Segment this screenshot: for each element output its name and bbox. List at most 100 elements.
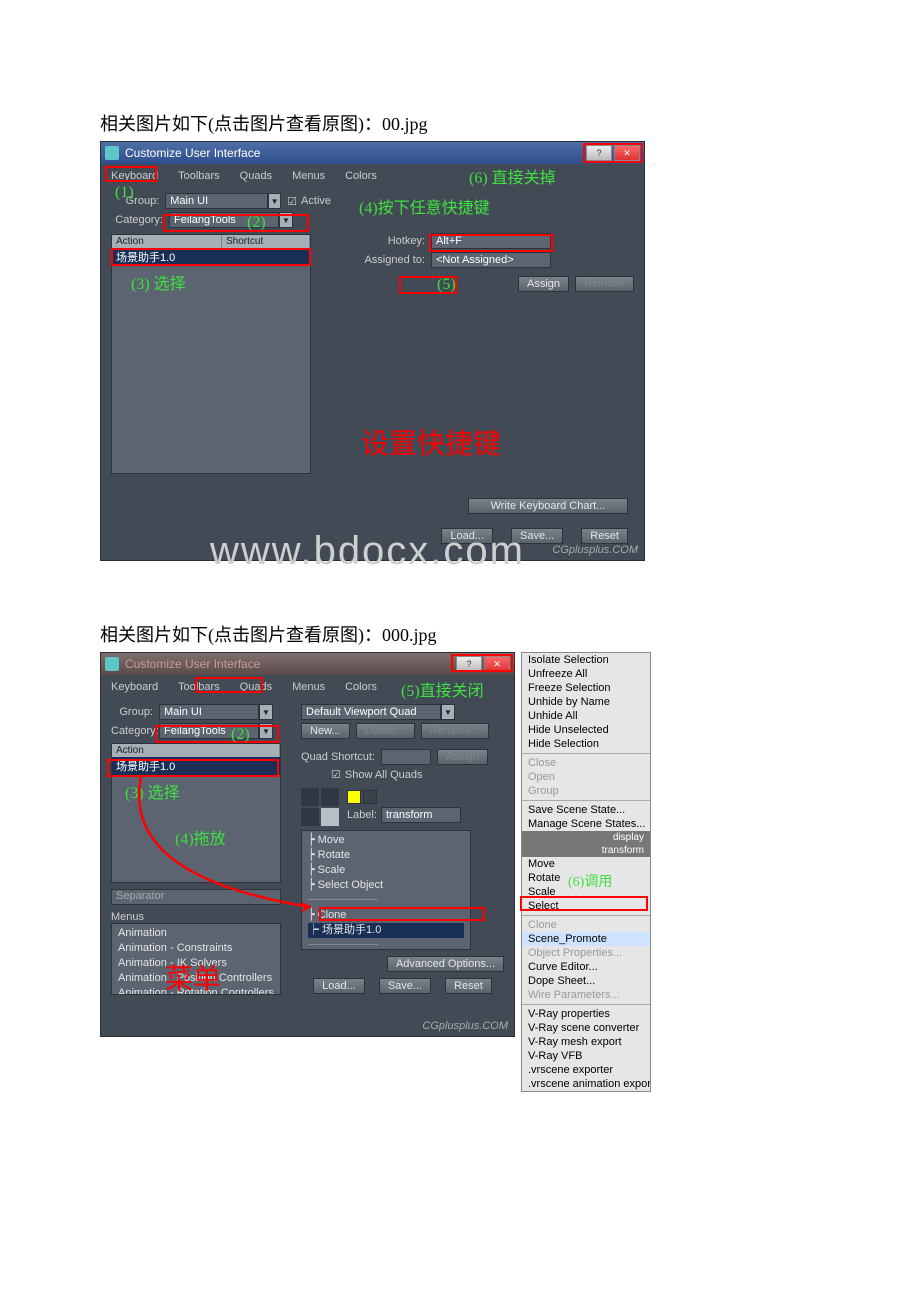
tab-quads-2[interactable]: Quads [236, 679, 276, 695]
popup-item[interactable]: Move [522, 857, 650, 871]
popup-item[interactable]: Scale [522, 885, 650, 899]
popup-item[interactable]: Freeze Selection [522, 681, 650, 695]
save-button-2[interactable]: Save... [379, 978, 431, 994]
popup-item[interactable]: Curve Editor... [522, 960, 650, 974]
tree-item[interactable]: ┝ Clone [308, 908, 464, 923]
swatch-dark[interactable] [363, 790, 377, 804]
group-select[interactable]: Main UI [165, 193, 268, 209]
rename-button[interactable]: Rename... [421, 723, 490, 739]
popup-item[interactable]: Unhide All [522, 709, 650, 723]
popup-item[interactable]: Unhide by Name [522, 695, 650, 709]
category-select-2[interactable]: FeilangTools [159, 723, 259, 739]
close-button[interactable]: ✕ [614, 145, 640, 161]
action-listbox[interactable]: Action Shortcut 场景助手1.0 [111, 234, 311, 474]
tab-keyboard[interactable]: Keyboard [107, 168, 162, 184]
col-action-2: Action [112, 744, 280, 757]
menus-listbox[interactable]: AnimationAnimation - ConstraintsAnimatio… [111, 923, 281, 995]
popup-item[interactable]: Rotate [522, 871, 650, 885]
help-button-2[interactable]: ? [456, 656, 482, 672]
popup-item[interactable]: Manage Scene States... [522, 817, 650, 831]
popup-item[interactable]: Hide Selection [522, 737, 650, 751]
reset-button[interactable]: Reset [581, 528, 628, 544]
dialog-keyboard: Customize User Interface ? ✕ Keyboard To… [100, 141, 645, 561]
action-item-2[interactable]: 场景助手1.0 [112, 757, 280, 775]
popup-item[interactable]: Isolate Selection [522, 653, 650, 667]
write-chart-button[interactable]: Write Keyboard Chart... [468, 498, 628, 514]
assign-button[interactable]: Assign [518, 276, 569, 292]
tab-menus-2[interactable]: Menus [288, 679, 329, 695]
reset-button-2[interactable]: Reset [445, 978, 492, 994]
hotkey-label: Hotkey: [351, 235, 431, 247]
category-label: Category: [111, 214, 169, 226]
popup-item: Group [522, 784, 650, 798]
popup-item[interactable]: .vrscene exporter [522, 1063, 650, 1077]
group-select-2[interactable]: Main UI [159, 704, 259, 720]
group-label: Group: [111, 195, 165, 207]
tree-item[interactable]: ┝ Select Object [308, 878, 464, 893]
popup-item[interactable]: Select [522, 899, 650, 913]
new-button[interactable]: New... [301, 723, 350, 739]
tree-item[interactable]: ┝ 场景助手1.0 [308, 923, 464, 938]
swatch-yellow[interactable] [347, 790, 361, 804]
tree-item[interactable]: ┝ Scale [308, 863, 464, 878]
action-item[interactable]: 场景助手1.0 [112, 248, 310, 266]
popup-item[interactable]: V-Ray VFB [522, 1049, 650, 1063]
advanced-button[interactable]: Advanced Options... [387, 956, 504, 972]
close-button-2[interactable]: ✕ [484, 656, 510, 672]
group-drop-icon[interactable]: ▼ [268, 193, 281, 209]
group-drop-2[interactable]: ▼ [259, 704, 273, 720]
quad-grid[interactable] [301, 788, 339, 826]
tab-toolbars[interactable]: Toolbars [174, 168, 224, 184]
popup-item[interactable]: V-Ray properties [522, 1007, 650, 1021]
col-action: Action [112, 235, 222, 248]
tree-item[interactable]: ┝ Move [308, 833, 464, 848]
menu-item[interactable]: Animation - Rotation Controllers [118, 986, 274, 995]
category-label-2: Category: [111, 725, 159, 737]
remove-button[interactable]: Remove [575, 276, 634, 292]
quad-shortcut-input[interactable] [381, 749, 431, 765]
tab-toolbars-2[interactable]: Toolbars [174, 679, 224, 695]
assigned-label: Assigned to: [351, 254, 431, 266]
watermark: www.bdocx.com [210, 529, 525, 574]
caption-1: 相关图片如下(点击图片查看原图)：00.jpg [100, 110, 820, 136]
action-listbox-2[interactable]: Action 场景助手1.0 [111, 743, 281, 883]
tab-colors[interactable]: Colors [341, 168, 381, 184]
load-button-2[interactable]: Load... [313, 978, 365, 994]
list-header: Action Shortcut [112, 235, 310, 248]
menu-item[interactable]: Animation - Position Controllers [118, 971, 274, 986]
menu-item[interactable]: Animation - IK Solvers [118, 956, 274, 971]
category-select[interactable]: FeilangTools [169, 212, 279, 228]
menu-item[interactable]: Animation - Constraints [118, 941, 274, 956]
separator-box[interactable]: Separator [111, 889, 281, 905]
popup-item[interactable]: Dope Sheet... [522, 974, 650, 988]
popup-item[interactable]: .vrscene animation exporter [522, 1077, 650, 1091]
menu-item[interactable]: Animation [118, 926, 274, 941]
titlebar: Customize User Interface ? ✕ [101, 142, 644, 164]
popup-item: Open [522, 770, 650, 784]
popup-item[interactable]: V-Ray scene converter [522, 1021, 650, 1035]
assign-button-2[interactable]: Assign [437, 749, 488, 765]
hotkey-input[interactable]: Alt+F [431, 233, 551, 249]
quad-tree[interactable]: ┝ Move┝ Rotate┝ Scale┝ Select Object────… [301, 830, 471, 950]
popup-item[interactable]: Unfreeze All [522, 667, 650, 681]
popup-item-scene[interactable]: Scene_Promote [522, 932, 650, 946]
tab-quads[interactable]: Quads [236, 168, 276, 184]
help-button[interactable]: ? [586, 145, 612, 161]
active-check[interactable]: Active [301, 195, 331, 207]
quad-select[interactable]: Default Viewport Quad [301, 704, 441, 720]
tree-item[interactable]: ┝ Rotate [308, 848, 464, 863]
show-all-check[interactable]: Show All Quads [345, 769, 423, 781]
titlebar-2: Customize User Interface ? ✕ [101, 653, 514, 675]
popup-item[interactable]: Save Scene State... [522, 803, 650, 817]
quad-popup-menu[interactable]: Isolate SelectionUnfreeze AllFreeze Sele… [521, 652, 651, 1092]
category-drop-icon[interactable]: ▼ [279, 212, 293, 228]
quad-drop[interactable]: ▼ [441, 704, 455, 720]
popup-item[interactable]: V-Ray mesh export [522, 1035, 650, 1049]
tab-colors-2[interactable]: Colors [341, 679, 381, 695]
tab-menus[interactable]: Menus [288, 168, 329, 184]
popup-item[interactable]: Hide Unselected [522, 723, 650, 737]
tab-keyboard-2[interactable]: Keyboard [107, 679, 162, 695]
label-input[interactable]: transform [381, 807, 461, 823]
category-drop-2[interactable]: ▼ [259, 723, 273, 739]
delete-button[interactable]: Delete... [356, 723, 415, 739]
